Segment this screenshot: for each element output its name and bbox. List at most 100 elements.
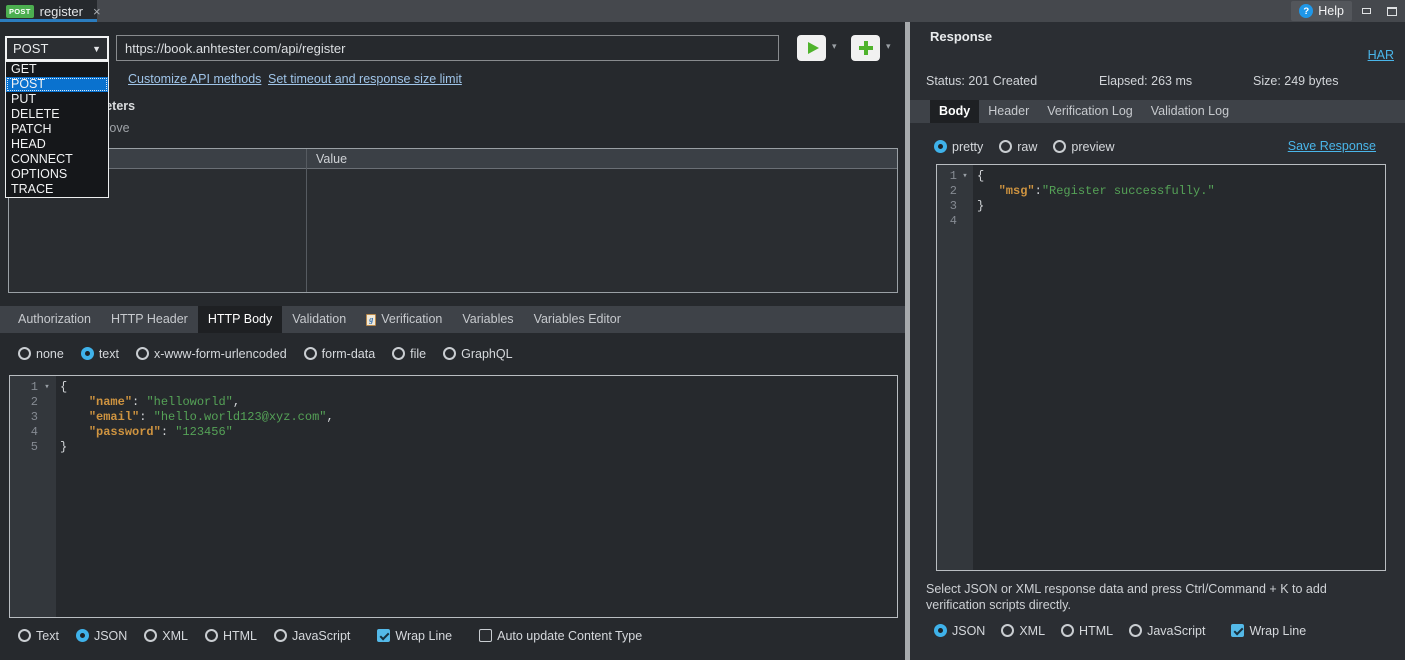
method-option-patch[interactable]: PATCH bbox=[6, 122, 108, 137]
tab-verification[interactable]: gVerification bbox=[356, 306, 452, 333]
code-line[interactable]: 2 "msg":"Register successfully." bbox=[937, 184, 1385, 199]
radio-dot-icon bbox=[18, 347, 31, 360]
method-option-put[interactable]: PUT bbox=[6, 92, 108, 107]
code-text: { bbox=[973, 169, 984, 184]
method-selected-value: POST bbox=[7, 41, 92, 56]
fold-spacer bbox=[957, 184, 973, 199]
checkbox-auto-update-content-type[interactable]: Auto update Content Type bbox=[479, 629, 642, 643]
radio-pretty[interactable]: pretty bbox=[934, 140, 983, 154]
api-client-window: POST register × ? Help POST ▼ GETPOSTPUT… bbox=[0, 0, 1405, 660]
radio-json[interactable]: JSON bbox=[76, 629, 127, 643]
radio-html[interactable]: HTML bbox=[205, 629, 257, 643]
tab-header[interactable]: Header bbox=[979, 100, 1038, 123]
code-text: "email": "hello.world123@xyz.com", bbox=[56, 410, 334, 425]
code-line[interactable]: 3} bbox=[937, 199, 1385, 214]
tab-authorization[interactable]: Authorization bbox=[8, 306, 101, 333]
response-body-editor[interactable]: 1▾{2 "msg":"Register successfully."3}4 bbox=[936, 164, 1386, 571]
radio-text[interactable]: text bbox=[81, 347, 119, 361]
fold-caret-icon[interactable]: ▾ bbox=[38, 380, 56, 395]
code-line[interactable]: 4 bbox=[937, 214, 1385, 229]
radio-x-www-form-urlencoded[interactable]: x-www-form-urlencoded bbox=[136, 347, 287, 361]
radio-dot-icon bbox=[18, 629, 31, 642]
radio-file[interactable]: file bbox=[392, 347, 426, 361]
tab-variables[interactable]: Variables bbox=[452, 306, 523, 333]
radio-html[interactable]: HTML bbox=[1061, 624, 1113, 638]
code-line[interactable]: 1▾{ bbox=[10, 380, 897, 395]
method-combobox[interactable]: POST ▼ bbox=[5, 36, 109, 61]
har-link[interactable]: HAR bbox=[1368, 48, 1394, 62]
checkbox-icon bbox=[1231, 624, 1244, 637]
token bbox=[60, 425, 89, 439]
code-text: "name": "helloworld", bbox=[56, 395, 240, 410]
tab-variables-editor[interactable]: Variables Editor bbox=[524, 306, 631, 333]
tab-verification-log[interactable]: Verification Log bbox=[1038, 100, 1141, 123]
method-option-get[interactable]: GET bbox=[6, 62, 108, 77]
set-timeout-link[interactable]: Set timeout and response size limit bbox=[268, 72, 462, 86]
radio-javascript[interactable]: JavaScript bbox=[274, 629, 350, 643]
help-label: Help bbox=[1318, 4, 1344, 18]
tab-close-icon[interactable]: × bbox=[93, 4, 101, 19]
radio-json[interactable]: JSON bbox=[934, 624, 985, 638]
url-input[interactable] bbox=[116, 35, 779, 61]
tab-validation-log[interactable]: Validation Log bbox=[1142, 100, 1238, 123]
radio-xml[interactable]: XML bbox=[1001, 624, 1045, 638]
method-option-trace[interactable]: TRACE bbox=[6, 182, 108, 197]
run-button[interactable] bbox=[797, 35, 826, 61]
radio-none[interactable]: none bbox=[18, 347, 64, 361]
token: : bbox=[161, 425, 175, 439]
radio-xml[interactable]: XML bbox=[144, 629, 188, 643]
line-number: 2 bbox=[937, 184, 957, 199]
code-line[interactable]: 4 "password": "123456" bbox=[10, 425, 897, 440]
column-divider[interactable] bbox=[306, 149, 307, 292]
code-line[interactable]: 3 "email": "hello.world123@xyz.com", bbox=[10, 410, 897, 425]
save-response-link[interactable]: Save Response bbox=[1288, 139, 1376, 153]
maximize-button[interactable] bbox=[1379, 0, 1404, 22]
tab-http-header[interactable]: HTTP Header bbox=[101, 306, 198, 333]
checkbox-wrap-line[interactable]: Wrap Line bbox=[1231, 624, 1306, 638]
radio-text[interactable]: Text bbox=[18, 629, 59, 643]
code-text: { bbox=[56, 380, 67, 395]
tab-title: register bbox=[40, 4, 83, 19]
radio-preview[interactable]: preview bbox=[1053, 140, 1114, 154]
tab-body[interactable]: Body bbox=[930, 100, 979, 123]
tab-label: Validation bbox=[292, 306, 346, 333]
radio-graphql[interactable]: GraphQL bbox=[443, 347, 512, 361]
tab-label: Verification Log bbox=[1047, 100, 1132, 123]
help-button[interactable]: ? Help bbox=[1291, 1, 1352, 21]
code-text: "msg":"Register successfully." bbox=[973, 184, 1215, 199]
tab-http-body[interactable]: HTTP Body bbox=[198, 306, 282, 333]
radio-javascript[interactable]: JavaScript bbox=[1129, 624, 1205, 638]
token: } bbox=[977, 199, 984, 213]
response-tab-bar: BodyHeader Verification Log Validation Log bbox=[910, 100, 1405, 123]
code-line[interactable]: 1▾{ bbox=[937, 169, 1385, 184]
token bbox=[60, 395, 89, 409]
minimize-button[interactable] bbox=[1354, 0, 1379, 22]
add-button[interactable] bbox=[851, 35, 880, 61]
method-option-options[interactable]: OPTIONS bbox=[6, 167, 108, 182]
token: : bbox=[1035, 184, 1042, 198]
code-line[interactable]: 5} bbox=[10, 440, 897, 455]
code-line[interactable]: 2 "name": "helloworld", bbox=[10, 395, 897, 410]
radio-label: JavaScript bbox=[292, 629, 350, 643]
method-option-post[interactable]: POST bbox=[6, 77, 108, 92]
token: : bbox=[139, 410, 153, 424]
method-option-head[interactable]: HEAD bbox=[6, 137, 108, 152]
radio-form-data[interactable]: form-data bbox=[304, 347, 376, 361]
checkbox-wrap-line[interactable]: Wrap Line bbox=[377, 629, 452, 643]
radio-label: none bbox=[36, 347, 64, 361]
request-panel: POST ▼ GETPOSTPUTDELETEPATCHHEADCONNECTO… bbox=[0, 22, 905, 660]
checkbox-label: Wrap Line bbox=[1249, 624, 1306, 638]
tab-validation[interactable]: Validation bbox=[282, 306, 356, 333]
request-body-editor[interactable]: 1▾{2 "name": "helloworld",3 "email": "he… bbox=[9, 375, 898, 618]
method-option-delete[interactable]: DELETE bbox=[6, 107, 108, 122]
radio-raw[interactable]: raw bbox=[999, 140, 1037, 154]
add-options-caret-icon[interactable]: ▾ bbox=[886, 41, 891, 52]
status-value: Status: 201 Created bbox=[926, 74, 1037, 88]
fold-caret-icon[interactable]: ▾ bbox=[957, 169, 973, 184]
request-tab[interactable]: POST register × bbox=[0, 0, 97, 22]
run-options-caret-icon[interactable]: ▾ bbox=[832, 41, 837, 52]
plus-icon bbox=[859, 41, 873, 55]
radio-label: Text bbox=[36, 629, 59, 643]
method-option-connect[interactable]: CONNECT bbox=[6, 152, 108, 167]
customize-api-methods-link[interactable]: Customize API methods bbox=[128, 72, 261, 86]
